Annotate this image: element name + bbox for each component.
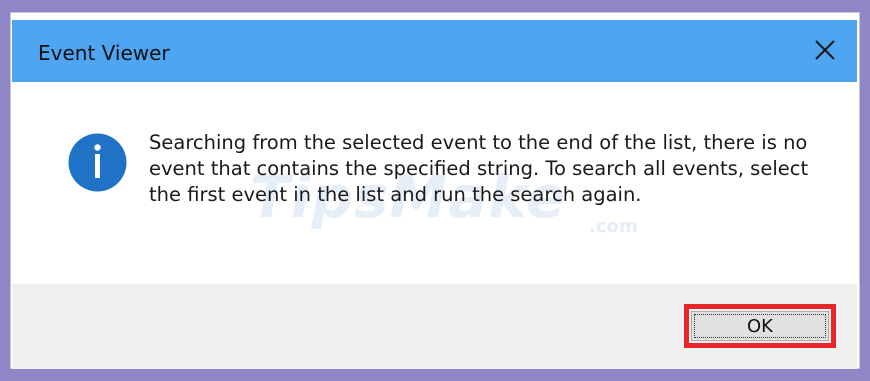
ok-button[interactable]: OK xyxy=(691,311,829,341)
watermark-domain: .com xyxy=(589,216,638,237)
message-area: TipsMake .com Searching from the selecte… xyxy=(12,82,857,284)
window-title: Event Viewer xyxy=(38,41,170,65)
info-icon xyxy=(68,133,127,192)
button-bar: OK xyxy=(12,284,857,369)
title-bar: Event Viewer xyxy=(12,20,857,82)
message-text: Searching from the selected event to the… xyxy=(149,131,809,206)
close-icon[interactable] xyxy=(809,34,841,66)
